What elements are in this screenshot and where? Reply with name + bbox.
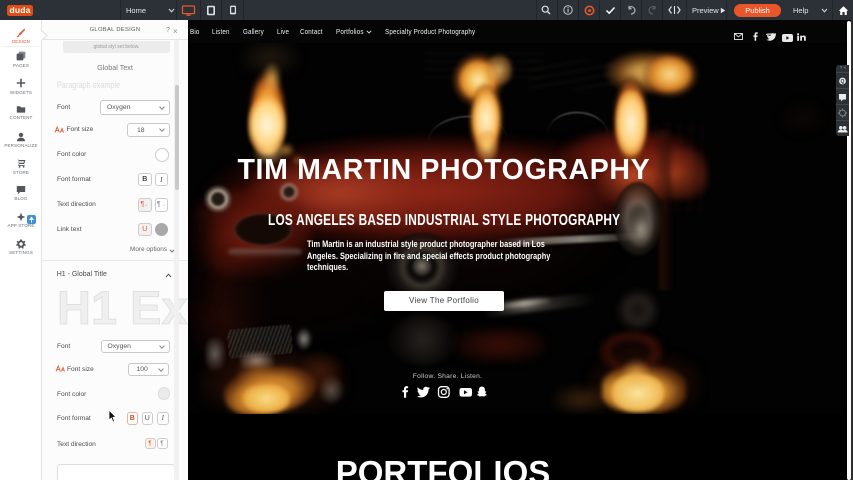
svg-text:Q: Q — [841, 79, 845, 85]
